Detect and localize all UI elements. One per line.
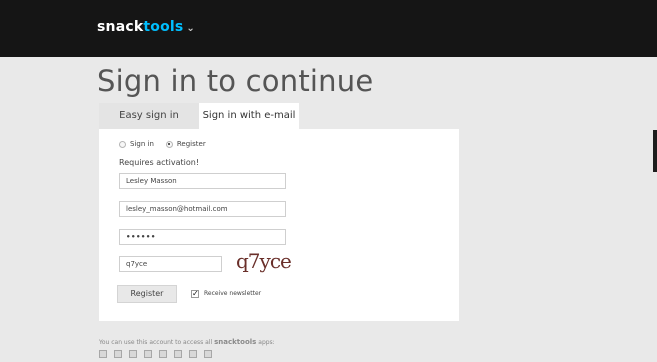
edge-tab: [653, 130, 657, 172]
app-icon-6[interactable]: [174, 350, 182, 358]
top-bar: snacktools ⌄: [0, 0, 657, 57]
app-icon-4[interactable]: [144, 350, 152, 358]
chevron-down-icon: ⌄: [186, 23, 196, 34]
apps-note-brand: snacktools: [214, 338, 257, 346]
radio-register[interactable]: [165, 140, 173, 148]
radio-register-label: Register: [176, 140, 206, 148]
name-field[interactable]: Lesley Masson: [119, 173, 286, 189]
app-icon-5[interactable]: [159, 350, 167, 358]
app-icon-7[interactable]: [189, 350, 197, 358]
signin-tabs: Easy sign in Sign in with e-mail: [99, 103, 299, 129]
page-title: Sign in to continue: [97, 64, 374, 98]
captcha-image: q7yce: [236, 249, 292, 273]
mode-radio-group: Sign in Register: [119, 140, 218, 148]
app-icon-2[interactable]: [114, 350, 122, 358]
app-icon-8[interactable]: [204, 350, 212, 358]
activation-notice: Requires activation!: [119, 158, 200, 167]
newsletter-checkbox[interactable]: ✓: [191, 290, 199, 298]
radio-sign-in[interactable]: [119, 140, 126, 148]
snacktools-logo[interactable]: snacktools ⌄: [97, 19, 195, 35]
apps-note: You can use this account to access all s…: [99, 338, 275, 346]
app-icons-row: [99, 350, 212, 358]
app-icon-3[interactable]: [129, 350, 137, 358]
register-button[interactable]: Register: [117, 285, 177, 303]
email-field[interactable]: lesley_masson@hotmail.com: [119, 201, 286, 217]
captcha-input[interactable]: q7yce: [119, 256, 222, 272]
newsletter-label: Receive newsletter: [204, 290, 262, 297]
logo-tools: tools: [143, 19, 184, 35]
tab-easy-sign-in[interactable]: Easy sign in: [99, 103, 199, 129]
password-field[interactable]: ••••••: [119, 229, 286, 245]
radio-sign-in-label: Sign in: [130, 140, 154, 148]
tab-sign-in-with-email[interactable]: Sign in with e-mail: [199, 103, 299, 129]
logo-snack: snack: [97, 19, 144, 35]
app-icon-1[interactable]: [99, 350, 107, 358]
signin-form-panel: Sign in Register Requires activation! Le…: [99, 129, 459, 321]
apps-note-after: apps:: [258, 339, 275, 346]
apps-note-before: You can use this account to access all: [99, 339, 213, 346]
